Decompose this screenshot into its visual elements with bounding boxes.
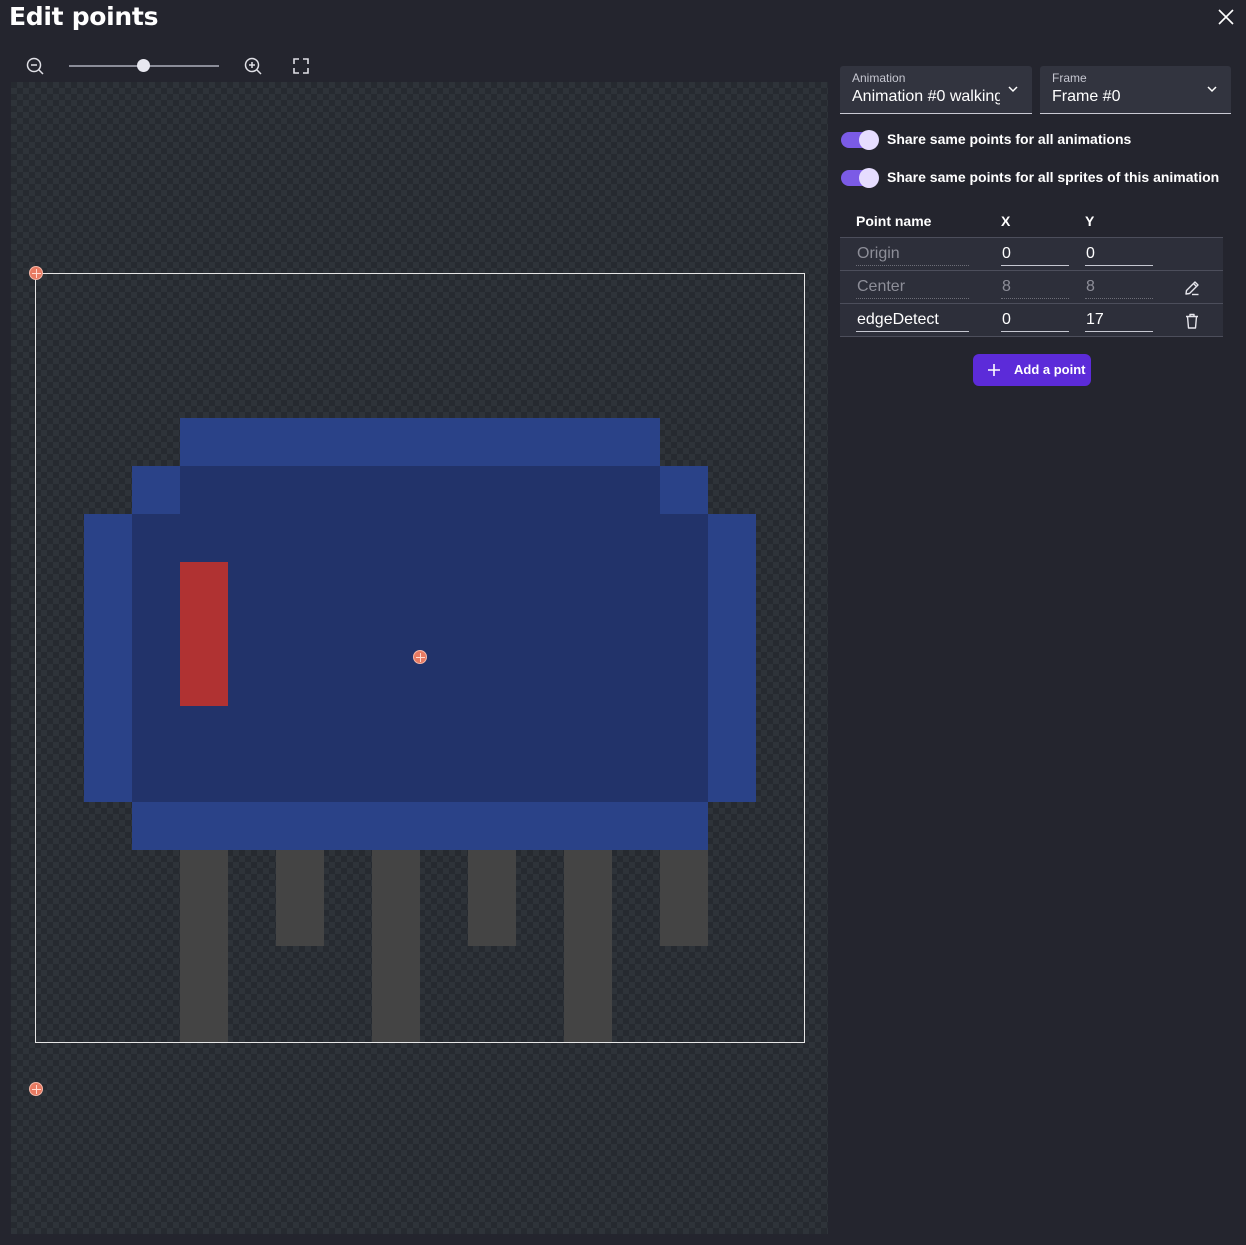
edit-icon (1185, 281, 1199, 296)
sprite-top-band (180, 418, 660, 466)
sprite-bottom-band (132, 802, 708, 850)
close-icon (1218, 9, 1234, 25)
point-name-field: Center (856, 276, 969, 299)
zoom-slider-thumb[interactable] (137, 59, 150, 72)
sprite-body-top (180, 466, 660, 514)
sprite-leg (180, 850, 228, 1042)
chevron-down-icon (1207, 86, 1217, 93)
point-name-field: Origin (856, 243, 969, 266)
chevron-down-icon (1008, 86, 1018, 93)
sprite-leg (468, 850, 516, 946)
sprite-canvas[interactable] (11, 82, 828, 1234)
share-all-animations-toggle[interactable] (841, 130, 879, 150)
delete-point-button[interactable] (1182, 311, 1202, 331)
share-all-sprites-row: Share same points for all sprites of thi… (840, 166, 1240, 190)
fit-to-view-button[interactable] (290, 55, 312, 77)
point-x-field: 8 (1001, 276, 1069, 299)
zoom-in-icon (244, 57, 262, 75)
plus-icon (988, 364, 1000, 376)
table-row: Center 8 8 (840, 271, 1223, 304)
toggle-knob (859, 168, 879, 188)
column-header-name: Point name (856, 213, 932, 229)
trash-icon (1186, 313, 1198, 329)
sprite-right-side (708, 514, 756, 802)
sprite-leg (564, 850, 612, 1042)
zoom-toolbar (24, 54, 324, 78)
sprite-right-shoulder (660, 466, 708, 514)
sprite-eye (180, 562, 228, 706)
origin-point-marker[interactable] (29, 266, 43, 280)
sprite-left-shoulder (132, 466, 180, 514)
sprite-leg (660, 850, 708, 946)
zoom-out-icon (26, 57, 44, 75)
sprite-leg (276, 850, 324, 946)
share-all-sprites-label: Share same points for all sprites of thi… (887, 169, 1220, 185)
share-all-animations-label: Share same points for all animations (887, 131, 1132, 147)
fullscreen-icon (293, 58, 309, 74)
add-point-button[interactable]: Add a point (973, 354, 1091, 386)
point-y-field[interactable]: 17 (1085, 309, 1153, 332)
share-all-animations-row: Share same points for all animations (840, 128, 1240, 152)
close-button[interactable] (1214, 5, 1238, 29)
zoom-in-button[interactable] (242, 55, 264, 77)
frame-select-value: Frame #0 (1052, 88, 1121, 105)
table-row: edgeDetect 0 17 (840, 304, 1223, 337)
points-table: Point name X Y Origin 0 0 Center 8 8 edg… (840, 206, 1223, 337)
animation-select[interactable]: Animation Animation #0 walking (840, 66, 1032, 114)
point-name-field[interactable]: edgeDetect (856, 309, 969, 332)
point-y-field: 8 (1085, 276, 1153, 299)
sprite-leg (372, 850, 420, 1042)
zoom-out-button[interactable] (24, 55, 46, 77)
point-x-field[interactable]: 0 (1001, 243, 1069, 266)
table-row: Origin 0 0 (840, 238, 1223, 271)
column-header-x: X (1001, 213, 1011, 229)
add-point-label: Add a point (1014, 362, 1086, 377)
point-y-field[interactable]: 0 (1085, 243, 1153, 266)
toggle-knob (859, 130, 879, 150)
frame-select[interactable]: Frame Frame #0 (1040, 66, 1231, 114)
edit-center-button[interactable] (1182, 278, 1202, 298)
table-header: Point name X Y (840, 206, 1223, 238)
animation-select-value: Animation #0 walking (852, 88, 1000, 105)
frame-select-label: Frame (1052, 71, 1087, 85)
dialog-title: Edit points (9, 2, 159, 31)
column-header-y: Y (1085, 213, 1095, 229)
edgedetect-point-marker[interactable] (29, 1082, 43, 1096)
center-point-marker[interactable] (413, 650, 427, 664)
share-all-sprites-toggle[interactable] (841, 168, 879, 188)
animation-select-label: Animation (852, 71, 906, 85)
sprite-left-side (84, 514, 132, 802)
point-x-field[interactable]: 0 (1001, 309, 1069, 332)
